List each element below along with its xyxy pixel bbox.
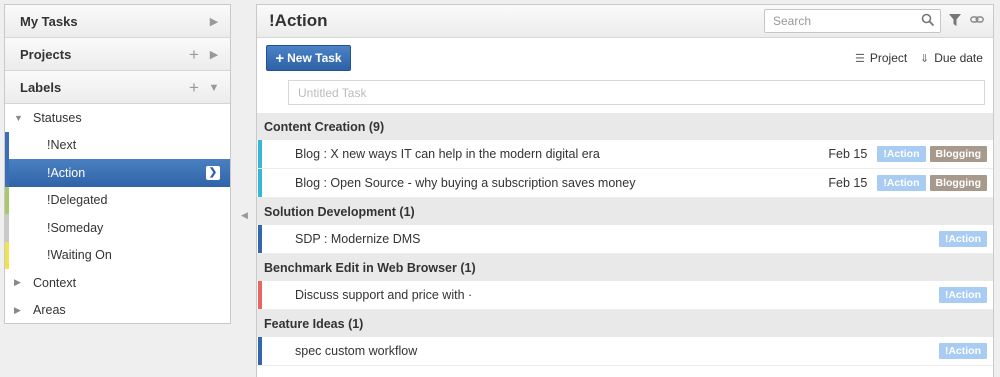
group-header[interactable]: Benchmark Edit in Web Browser (1): [257, 254, 993, 281]
sort-by-due-date[interactable]: ⇓ Due date: [920, 51, 983, 65]
task-title: Discuss support and price with ·: [295, 288, 473, 302]
tree-node-label: Areas: [33, 303, 66, 318]
sort-by-project[interactable]: ☰ Project: [855, 51, 907, 65]
tag-action[interactable]: !Action: [877, 146, 926, 162]
search-icon[interactable]: [921, 13, 935, 27]
sidebar-section-labels[interactable]: Labels + ▼: [5, 71, 230, 104]
chevron-right-icon[interactable]: ▶: [206, 38, 222, 71]
status-color-bar: [5, 159, 9, 187]
task-groups: Content Creation (9) Blog : X new ways I…: [257, 113, 993, 366]
tag-action[interactable]: !Action: [938, 343, 987, 359]
task-row[interactable]: Blog : X new ways IT can help in the mod…: [257, 140, 993, 169]
sidebar-item-label: !Waiting On: [47, 248, 112, 263]
sidebar-section-label: Projects: [20, 46, 72, 62]
task-due-date: Feb 15: [828, 176, 868, 190]
caret-right-icon[interactable]: ▶: [14, 305, 24, 316]
sort-label: Due date: [934, 51, 983, 65]
page-title: !Action: [269, 11, 328, 30]
tag-action[interactable]: !Action: [938, 287, 987, 303]
task-title: Blog : X new ways IT can help in the mod…: [295, 147, 600, 161]
new-task-button[interactable]: + New Task: [266, 45, 351, 71]
sidebar-item-next[interactable]: !Next: [5, 131, 230, 159]
task-color-bar: [258, 169, 262, 197]
group-header[interactable]: Content Creation (9): [257, 113, 993, 140]
task-title: SDP : Modernize DMS: [295, 232, 421, 246]
tree-node-areas[interactable]: ▶ Areas: [5, 297, 230, 324]
task-color-bar: [258, 281, 262, 309]
add-project-icon[interactable]: +: [186, 38, 202, 71]
sidebar-item-action[interactable]: !Action ❯: [5, 159, 230, 187]
tree-node-context[interactable]: ▶ Context: [5, 269, 230, 297]
task-row[interactable]: Blog : Open Source - why buying a subscr…: [257, 169, 993, 198]
chevron-right-icon[interactable]: ▶: [206, 5, 222, 38]
sidebar-item-delegated[interactable]: !Delegated: [5, 186, 230, 214]
task-row[interactable]: Discuss support and price with · !Action: [257, 281, 993, 310]
plus-icon: +: [275, 49, 285, 67]
task-title: spec custom workflow: [295, 344, 418, 358]
tag-blogging[interactable]: Blogging: [929, 175, 987, 191]
sidebar-item-label: !Action: [47, 165, 86, 180]
sidebar-item-label: !Next: [47, 138, 77, 153]
tree-node-label: Context: [33, 275, 77, 290]
tree-node-label: Statuses: [33, 110, 82, 125]
sidebar-item-label: !Someday: [47, 220, 104, 235]
status-color-bar: [5, 241, 9, 269]
list-icon: ☰: [855, 52, 865, 65]
task-color-bar: [258, 337, 262, 365]
new-task-input[interactable]: [288, 80, 985, 105]
sidebar-section-my-tasks[interactable]: My Tasks ▶: [5, 5, 230, 38]
caret-right-icon[interactable]: ▶: [14, 277, 24, 288]
status-color-bar: [5, 186, 9, 214]
filter-icon[interactable]: [949, 14, 961, 27]
tag-blogging[interactable]: Blogging: [929, 146, 987, 162]
task-row[interactable]: spec custom workflow !Action: [257, 337, 993, 366]
sidebar-item-waiting-on[interactable]: !Waiting On: [5, 241, 230, 269]
link-icon[interactable]: [970, 15, 984, 25]
caret-down-icon[interactable]: ▼: [14, 113, 24, 123]
task-title: Blog : Open Source - why buying a subscr…: [295, 176, 636, 190]
main-header: !Action: [257, 5, 993, 38]
main-panel: !Action + New Task ☰ Project: [256, 4, 994, 377]
search-input[interactable]: [764, 9, 941, 33]
tree-node-statuses[interactable]: ▼ Statuses: [5, 104, 230, 132]
sidebar-item-label: !Delegated: [47, 193, 108, 208]
chevron-down-icon[interactable]: ▼: [206, 71, 222, 104]
status-color-bar: [5, 131, 9, 159]
sidebar-section-label: My Tasks: [20, 13, 78, 29]
chevron-right-icon[interactable]: ❯: [206, 165, 220, 180]
sort-label: Project: [869, 51, 908, 65]
tag-action[interactable]: !Action: [938, 231, 987, 247]
sort-chevrons-icon: ⇓: [920, 52, 930, 65]
sidebar-section-label: Labels: [20, 79, 62, 95]
tag-action[interactable]: !Action: [877, 175, 926, 191]
sidebar-section-projects[interactable]: Projects + ▶: [5, 38, 230, 71]
task-color-bar: [258, 140, 262, 168]
group-header[interactable]: Solution Development (1): [257, 198, 993, 225]
group-header[interactable]: Feature Ideas (1): [257, 310, 993, 337]
task-due-date: Feb 15: [828, 147, 868, 161]
sidebar: My Tasks ▶ Projects + ▶ Labels + ▼ ▼ Sta…: [4, 4, 231, 324]
task-row[interactable]: SDP : Modernize DMS !Action: [257, 225, 993, 254]
status-color-bar: [5, 214, 9, 242]
collapse-sidebar-icon[interactable]: ◀: [241, 210, 248, 221]
task-toolbar: + New Task ☰ Project ⇓ Due date: [257, 38, 993, 78]
add-label-icon[interactable]: +: [186, 71, 202, 104]
sidebar-item-someday[interactable]: !Someday: [5, 214, 230, 242]
task-color-bar: [258, 225, 262, 253]
new-task-label: New Task: [287, 51, 342, 65]
